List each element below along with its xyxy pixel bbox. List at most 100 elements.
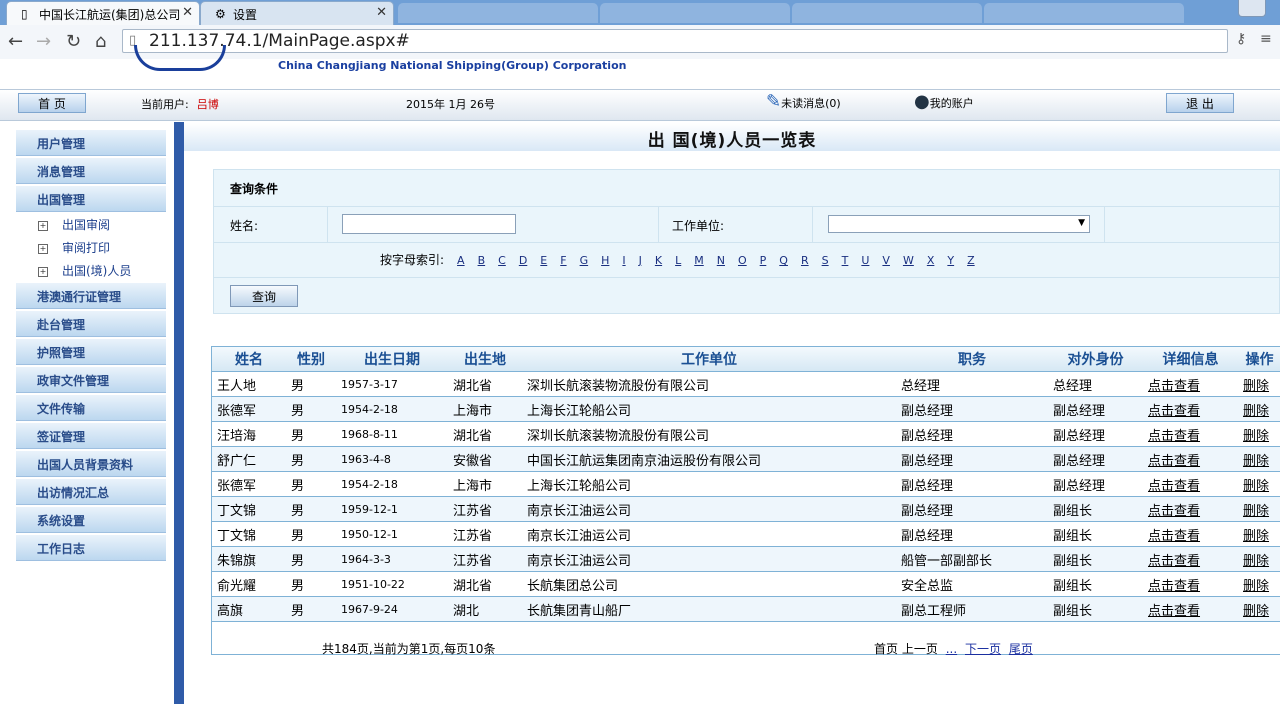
letter-link[interactable]: R: [801, 254, 809, 267]
query-button[interactable]: 查询: [230, 285, 298, 307]
view-details-link[interactable]: 点击查看: [1148, 579, 1200, 594]
sidebar-item-user-mgmt[interactable]: 用户管理: [16, 130, 166, 156]
my-account-link[interactable]: ●我的账户: [914, 91, 974, 112]
view-details-link[interactable]: 点击查看: [1148, 429, 1200, 444]
key-icon[interactable]: ⚷: [1236, 31, 1246, 47]
sidebar-item-visa[interactable]: 签证管理: [16, 423, 166, 449]
sidebar-divider[interactable]: [174, 122, 184, 704]
sidebar-item-background[interactable]: 出国人员背景资料: [16, 451, 166, 477]
page-title: 出 国(境)人员一览表: [647, 131, 817, 151]
sidebar-item-work-log[interactable]: 工作日志: [16, 535, 166, 561]
user-icon: ●: [914, 91, 930, 112]
home-button[interactable]: 首 页: [18, 93, 86, 113]
sidebar-subitem-review[interactable]: + 出国审阅: [16, 214, 166, 237]
forward-icon[interactable]: →: [36, 31, 51, 52]
company-logo: [134, 45, 226, 71]
delete-link[interactable]: 删除: [1243, 504, 1269, 519]
sidebar-item-settings[interactable]: 系统设置: [16, 507, 166, 533]
letter-link[interactable]: K: [655, 254, 662, 267]
table-cell: 副总经理: [896, 421, 1048, 447]
sidebar-item-visit-summary[interactable]: 出访情况汇总: [16, 479, 166, 505]
delete-link[interactable]: 删除: [1243, 579, 1269, 594]
letter-link[interactable]: G: [580, 254, 589, 267]
sidebar-item-file-transfer[interactable]: 文件传输: [16, 395, 166, 421]
letter-link[interactable]: E: [540, 254, 547, 267]
sidebar-subitem-label: 出国(境)人员: [62, 264, 132, 278]
view-details-link[interactable]: 点击查看: [1148, 479, 1200, 494]
tab-blurred[interactable]: [600, 3, 790, 23]
view-details-link[interactable]: 点击查看: [1148, 604, 1200, 619]
letter-link[interactable]: F: [560, 254, 566, 267]
tab-blurred[interactable]: [398, 3, 598, 23]
sidebar-item-hk-macau-pass[interactable]: 港澳通行证管理: [16, 283, 166, 309]
letter-link[interactable]: S: [822, 254, 829, 267]
home-icon[interactable]: ⌂: [95, 31, 106, 52]
delete-link[interactable]: 删除: [1243, 554, 1269, 569]
letter-link[interactable]: B: [478, 254, 486, 267]
letter-link[interactable]: C: [498, 254, 506, 267]
letter-link[interactable]: U: [861, 254, 869, 267]
sidebar-item-passport[interactable]: 护照管理: [16, 339, 166, 365]
letter-link[interactable]: H: [601, 254, 609, 267]
delete-link[interactable]: 删除: [1243, 404, 1269, 419]
reload-icon[interactable]: ↻: [66, 31, 81, 52]
delete-link[interactable]: 删除: [1243, 379, 1269, 394]
delete-link[interactable]: 删除: [1243, 604, 1269, 619]
minimize-button[interactable]: [1238, 0, 1266, 17]
letter-link[interactable]: V: [882, 254, 890, 267]
view-details-link[interactable]: 点击查看: [1148, 404, 1200, 419]
letter-link[interactable]: Q: [779, 254, 788, 267]
view-details-link[interactable]: 点击查看: [1148, 379, 1200, 394]
pager-last-link[interactable]: 尾页: [1009, 642, 1033, 656]
logout-button[interactable]: 退 出: [1166, 93, 1234, 113]
view-details-link[interactable]: 点击查看: [1148, 454, 1200, 469]
tab-main[interactable]: ▯ 中国长江航运(集团)总公司 ✕: [6, 1, 200, 25]
letter-link[interactable]: O: [738, 254, 747, 267]
pager-next-link[interactable]: 下一页: [965, 642, 1001, 656]
letter-link[interactable]: X: [927, 254, 935, 267]
sidebar-item-message-mgmt[interactable]: 消息管理: [16, 158, 166, 184]
close-tab-icon[interactable]: ✕: [182, 5, 193, 20]
table-row: 丁文锦男 1959-12-1 江苏省 南京长江油运公司 副总经理 副组长 点击查看 删除: [212, 496, 1280, 522]
unit-select[interactable]: ▼: [828, 215, 1090, 233]
letter-link[interactable]: A: [457, 254, 465, 267]
sidebar-item-political-docs[interactable]: 政审文件管理: [16, 367, 166, 393]
letter-link[interactable]: W: [903, 254, 914, 267]
delete-link[interactable]: 删除: [1243, 429, 1269, 444]
view-details-link[interactable]: 点击查看: [1148, 504, 1200, 519]
sidebar-subitem-print[interactable]: + 审阅打印: [16, 237, 166, 260]
letter-link[interactable]: D: [519, 254, 527, 267]
table-cell: 副组长: [1048, 496, 1143, 522]
letter-link[interactable]: L: [675, 254, 681, 267]
sidebar-subitem-personnel[interactable]: + 出国(境)人员: [16, 260, 166, 283]
delete-link[interactable]: 删除: [1243, 454, 1269, 469]
address-bar[interactable]: ▯ 211.137.74.1/MainPage.aspx#: [122, 29, 1228, 53]
tab-blurred[interactable]: [792, 3, 982, 23]
sidebar-item-abroad-mgmt[interactable]: 出国管理: [16, 186, 166, 212]
expand-icon: +: [38, 220, 48, 231]
name-input[interactable]: [342, 214, 516, 234]
sidebar-item-taiwan[interactable]: 赴台管理: [16, 311, 166, 337]
unread-messages-link[interactable]: ✎未读消息(0): [766, 91, 841, 112]
letter-link[interactable]: P: [760, 254, 767, 267]
pager-more-link[interactable]: ...: [946, 642, 957, 656]
view-details-link[interactable]: 点击查看: [1148, 529, 1200, 544]
delete-link[interactable]: 删除: [1243, 529, 1269, 544]
menu-icon[interactable]: ≡: [1260, 31, 1272, 47]
table-cell: 1967-9-24: [336, 596, 448, 622]
tab-blurred[interactable]: [984, 3, 1184, 23]
table-cell: 1954-2-18: [336, 396, 448, 422]
letter-link[interactable]: T: [842, 254, 849, 267]
table-cell: 王人地: [212, 371, 286, 397]
letter-link[interactable]: Y: [947, 254, 954, 267]
letter-link[interactable]: J: [639, 254, 642, 267]
letter-link[interactable]: Z: [967, 254, 975, 267]
delete-link[interactable]: 删除: [1243, 479, 1269, 494]
letter-link[interactable]: N: [717, 254, 725, 267]
back-icon[interactable]: ←: [8, 31, 23, 52]
letter-link[interactable]: I: [622, 254, 625, 267]
letter-link[interactable]: M: [694, 254, 704, 267]
close-tab-icon[interactable]: ✕: [376, 5, 387, 20]
tab-settings[interactable]: ⚙ 设置 ✕: [200, 1, 394, 25]
view-details-link[interactable]: 点击查看: [1148, 554, 1200, 569]
